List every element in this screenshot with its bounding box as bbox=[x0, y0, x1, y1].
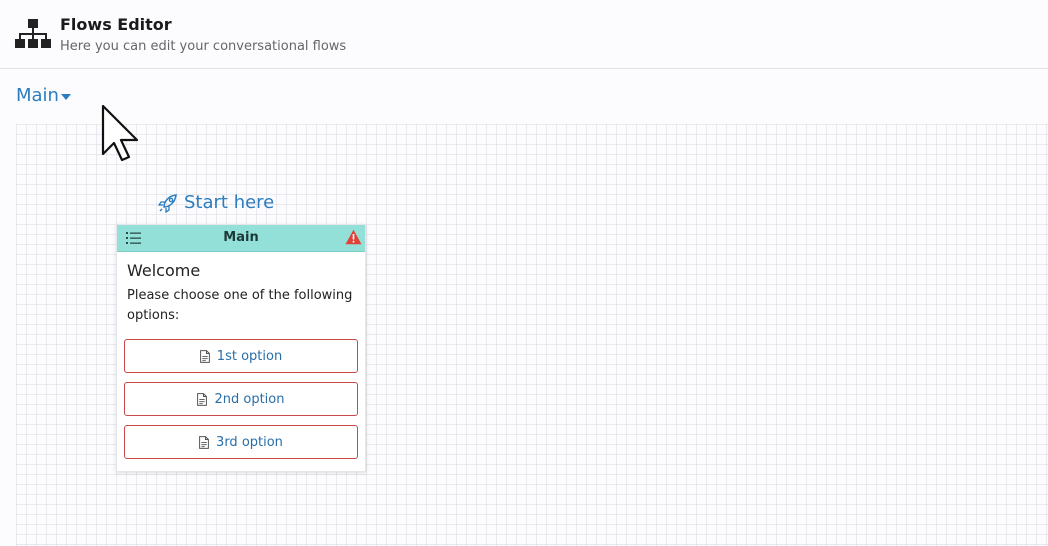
option-label: 3rd option bbox=[216, 434, 283, 450]
caret-down-icon bbox=[60, 93, 71, 100]
option-label: 1st option bbox=[216, 348, 283, 364]
node-header[interactable]: Main bbox=[117, 225, 365, 252]
page-header: Flows Editor Here you can edit your conv… bbox=[0, 0, 1048, 69]
node-title: Main bbox=[223, 230, 259, 245]
start-here-label: Start here bbox=[158, 192, 274, 213]
start-here-text: Start here bbox=[184, 192, 275, 213]
sitemap-icon bbox=[15, 19, 51, 48]
page-subtitle: Here you can edit your conversational fl… bbox=[60, 39, 347, 54]
option-label: 2nd option bbox=[214, 391, 285, 407]
page-title: Flows Editor bbox=[60, 15, 172, 34]
document-icon bbox=[199, 435, 209, 449]
document-icon bbox=[199, 349, 210, 363]
warning-icon[interactable] bbox=[345, 229, 362, 245]
document-icon bbox=[197, 392, 208, 406]
rocket-icon bbox=[158, 193, 177, 213]
flow-node-main[interactable]: Main Welcome Please choose one of the fo… bbox=[116, 224, 366, 472]
flow-selector-dropdown[interactable]: Main bbox=[16, 85, 71, 106]
node-heading: Welcome bbox=[127, 261, 201, 280]
option-button-2[interactable]: 2nd option bbox=[124, 382, 358, 416]
flow-selector-label: Main bbox=[16, 85, 59, 106]
option-button-1[interactable]: 1st option bbox=[124, 339, 358, 373]
option-button-3[interactable]: 3rd option bbox=[124, 425, 358, 459]
node-message: Please choose one of the following optio… bbox=[127, 288, 353, 323]
mouse-pointer-icon bbox=[101, 104, 139, 162]
